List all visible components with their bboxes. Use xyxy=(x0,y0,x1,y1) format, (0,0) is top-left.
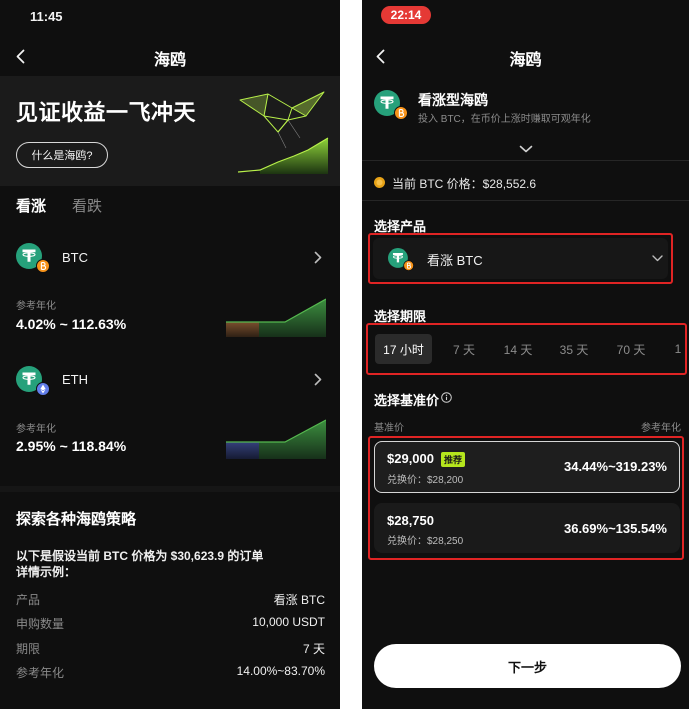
page-title: 海鸥 xyxy=(509,52,542,69)
expand-button[interactable] xyxy=(519,140,535,153)
exchange-price: 兑换价：$28,250 xyxy=(387,536,464,547)
yield-range: 2.95% ~ 118.84% xyxy=(16,438,127,454)
strike-price: $29,000 xyxy=(387,451,434,466)
period-option[interactable]: 1 xyxy=(673,334,683,364)
page-title: 海鸥 xyxy=(153,52,186,69)
example-value: 7 天 xyxy=(302,642,325,656)
divider xyxy=(362,160,689,161)
yield-range: 4.02% ~ 112.63% xyxy=(16,316,127,332)
strike-option[interactable]: $28,750 兑换价：$28,250 36.69%~135.54% xyxy=(374,503,680,553)
banner: 见证收益一飞冲天 什么是海鸥? xyxy=(0,76,340,186)
example-label: 期限 xyxy=(16,642,41,656)
yield-label: 参考年化 xyxy=(16,301,56,312)
explore-title: 探索各种海鸥策略 xyxy=(16,511,137,528)
what-is-seagull-button[interactable]: 什么是海鸥? xyxy=(16,142,108,168)
product-name: ETH xyxy=(62,372,88,387)
period-option[interactable]: 35 天 xyxy=(554,334,594,364)
example-label: 申购数量 xyxy=(16,617,65,631)
product-type-title: 看涨型海鸥 xyxy=(418,92,488,108)
select-strike-label: 选择基准价 xyxy=(374,393,440,408)
highlight-box-strike: $29,000 推荐 兑换价：$28,200 34.44%~319.23% $2… xyxy=(368,436,684,560)
highlight-box-product: 看涨 BTC xyxy=(368,233,673,284)
product-row-eth[interactable]: ETH 参考年化 2.95% ~ 118.84% xyxy=(0,358,340,468)
tether-icon xyxy=(388,248,414,271)
period-option[interactable]: 70 天 xyxy=(611,334,651,364)
exchange-price: 兑换价：$28,200 xyxy=(387,475,464,486)
example-label: 参考年化 xyxy=(16,666,65,680)
chevron-right-icon xyxy=(314,251,322,264)
product-type-subtitle: 投入 BTC，在币价上涨时赚取可观年化 xyxy=(418,114,591,125)
strike-price: $28,750 xyxy=(387,513,434,528)
recommended-badge: 推荐 xyxy=(441,452,466,467)
strike-yield: 36.69%~135.54% xyxy=(563,521,667,536)
status-time: 22:14 xyxy=(381,6,431,24)
strike-option[interactable]: $29,000 推荐 兑换价：$28,200 34.44%~319.23% xyxy=(374,441,680,493)
period-option[interactable]: 7 天 xyxy=(446,334,482,364)
banner-headline: 见证收益一飞冲天 xyxy=(16,100,197,125)
coin-icon xyxy=(374,177,385,188)
left-phone-screen: 11:45 海鸥 见证收益一飞冲天 什么是海鸥? 看涨 看跌 BTC 参考年化 … xyxy=(0,0,340,709)
product-select[interactable]: 看涨 BTC xyxy=(373,238,668,279)
payoff-chart-btc xyxy=(226,298,326,337)
tether-icon xyxy=(16,366,50,396)
period-option[interactable]: 17 小时 xyxy=(375,334,432,364)
chevron-down-icon xyxy=(519,145,533,153)
chevron-right-icon xyxy=(314,373,322,386)
divider xyxy=(362,200,689,201)
tether-icon xyxy=(374,90,408,120)
product-name: BTC xyxy=(62,250,88,265)
product-select-value: 看涨 BTC xyxy=(427,253,483,268)
chevron-down-icon xyxy=(652,255,663,262)
tab-bearish[interactable]: 看跌 xyxy=(72,195,102,216)
example-label: 产品 xyxy=(16,593,41,607)
strike-yield: 34.44%~319.23% xyxy=(563,459,667,474)
tether-icon xyxy=(16,243,50,273)
current-btc-price: 当前 BTC 价格：$28,552.6 xyxy=(392,177,537,191)
status-time: 11:45 xyxy=(30,9,63,24)
yield-label: 参考年化 xyxy=(16,424,56,435)
product-row-btc[interactable]: BTC 参考年化 4.02% ~ 112.63% xyxy=(0,236,340,346)
info-icon[interactable] xyxy=(441,392,452,403)
next-button[interactable]: 下一步 xyxy=(374,644,681,688)
example-value: 14.00%~83.70% xyxy=(236,664,325,678)
payoff-chart-eth xyxy=(226,419,326,459)
explore-description: 以下是假设当前 BTC 价格为 $30,623.9 的订单 xyxy=(16,549,264,563)
example-value: 看涨 BTC xyxy=(273,593,325,607)
tab-bullish[interactable]: 看涨 xyxy=(16,195,46,216)
example-value: 10,000 USDT xyxy=(252,615,325,629)
period-option[interactable]: 14 天 xyxy=(498,334,538,364)
explore-description-cont: 详情示例： xyxy=(16,565,77,579)
yield-column-header: 参考年化 xyxy=(641,423,681,434)
strike-column-header: 基准价 xyxy=(374,423,404,434)
right-phone-screen: 22:14 海鸥 看涨型海鸥 投入 BTC，在币价上涨时赚取可观年化 当前 BT… xyxy=(362,0,689,709)
seagull-illustration xyxy=(237,91,329,174)
highlight-box-period: 17 小时 7 天 14 天 35 天 70 天 1 xyxy=(366,323,687,375)
section-divider xyxy=(0,486,340,492)
